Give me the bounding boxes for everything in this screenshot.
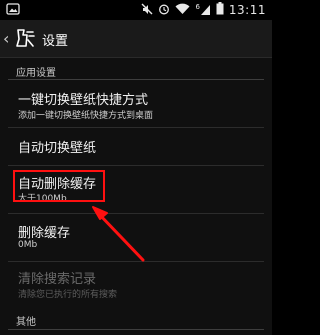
- setting-row-auto-switch[interactable]: 自动切换壁纸: [0, 128, 272, 164]
- wallpaper-app-icon[interactable]: [14, 26, 36, 50]
- setting-title: 一键切换壁纸快捷方式: [18, 93, 149, 108]
- battery-icon: [216, 2, 224, 18]
- signal-icon: 6: [195, 4, 210, 16]
- setting-title: 清除搜索记录: [18, 272, 97, 287]
- settings-screen: 6 13:11 ‹ 设置 应用设置 一键切换壁纸快捷方式 添加一键切换壁纸快捷方…: [0, 0, 272, 335]
- setting-row-delete-cache[interactable]: 删除缓存 0Mb: [0, 214, 272, 260]
- setting-summary: 清除您已执行的所有搜索: [18, 290, 118, 300]
- page-title: 设置: [42, 34, 69, 49]
- setting-row-clear-search-history: 清除搜索记录 清除您已执行的所有搜索: [0, 262, 272, 306]
- section-header-app-settings: 应用设置: [16, 68, 56, 79]
- section-divider: [8, 329, 264, 330]
- status-bar: 6 13:11: [0, 0, 272, 20]
- action-bar: ‹ 设置: [0, 20, 272, 58]
- setting-summary: 添加一键切换壁纸快捷方式到桌面: [18, 111, 154, 121]
- notification-icon: [6, 3, 20, 18]
- wifi-icon: [175, 3, 190, 18]
- back-chevron-icon[interactable]: ‹: [3, 29, 9, 48]
- highlight-box: [13, 170, 105, 202]
- setting-summary: 0Mb: [18, 240, 38, 250]
- setting-row-shortcut[interactable]: 一键切换壁纸快捷方式 添加一键切换壁纸快捷方式到桌面: [0, 80, 272, 126]
- mute-icon: [141, 3, 153, 18]
- alarm-icon: [158, 3, 170, 18]
- setting-title: 自动切换壁纸: [18, 141, 97, 156]
- status-time: 13:11: [228, 3, 266, 17]
- setting-title: 删除缓存: [18, 226, 71, 241]
- section-header-other: 其他: [16, 317, 36, 328]
